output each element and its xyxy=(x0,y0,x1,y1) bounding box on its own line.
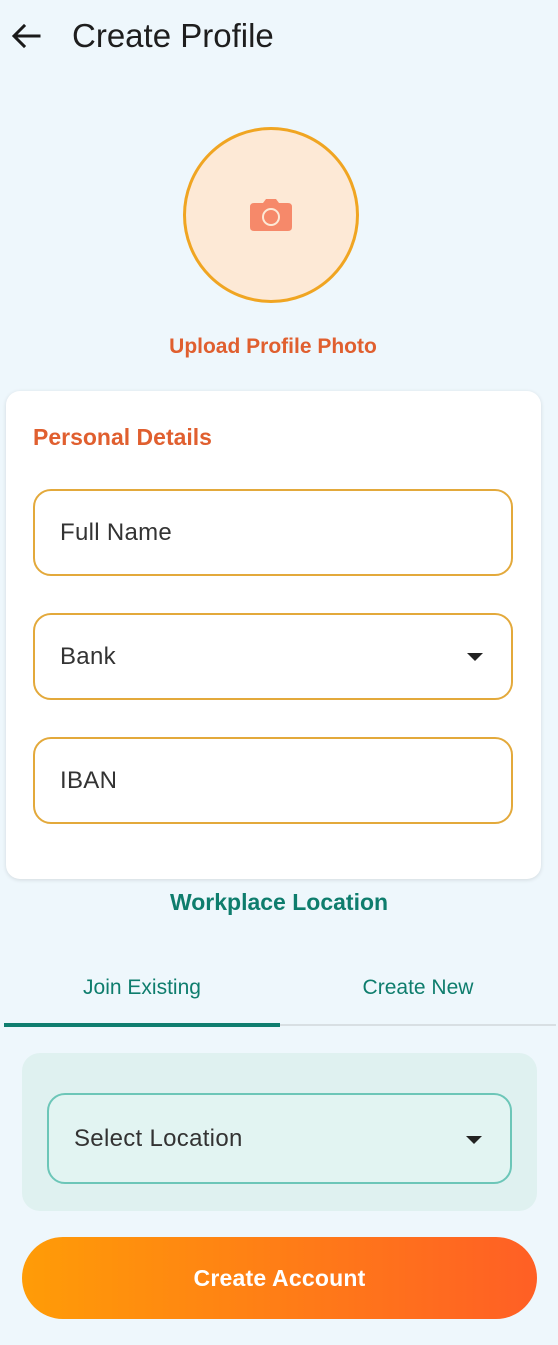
personal-details-card: Personal Details Full Name Bank IBAN xyxy=(6,391,541,879)
create-account-button[interactable]: Create Account xyxy=(22,1237,537,1319)
bank-placeholder: Bank xyxy=(60,643,116,670)
full-name-placeholder: Full Name xyxy=(60,519,173,546)
workplace-location-title: Workplace Location xyxy=(169,889,389,915)
active-tab-indicator xyxy=(4,1023,280,1027)
workplace-tabs: Join Existing Create New xyxy=(4,962,556,1028)
camera-icon xyxy=(250,199,292,231)
iban-placeholder: IBAN xyxy=(60,767,118,794)
page-title: Create Profile xyxy=(72,17,274,54)
personal-details-title: Personal Details xyxy=(33,424,212,450)
upload-profile-photo-link[interactable]: Upload Profile Photo xyxy=(0,335,546,359)
app-bar: Create Profile xyxy=(0,0,558,72)
profile-photo-upload[interactable] xyxy=(183,127,359,303)
tab-create-new[interactable]: Create New xyxy=(280,962,556,1026)
full-name-field[interactable]: Full Name xyxy=(33,489,513,576)
chevron-down-icon xyxy=(466,1136,482,1144)
bank-dropdown[interactable]: Bank xyxy=(33,613,513,700)
iban-field[interactable]: IBAN xyxy=(33,737,513,824)
chevron-down-icon xyxy=(467,653,483,661)
back-button[interactable] xyxy=(8,16,44,56)
tab-join-existing[interactable]: Join Existing xyxy=(4,962,280,1026)
select-location-placeholder: Select Location xyxy=(74,1125,243,1152)
select-location-dropdown[interactable]: Select Location xyxy=(47,1093,512,1184)
arrow-left-icon xyxy=(11,23,41,49)
location-panel: Select Location xyxy=(22,1053,537,1211)
